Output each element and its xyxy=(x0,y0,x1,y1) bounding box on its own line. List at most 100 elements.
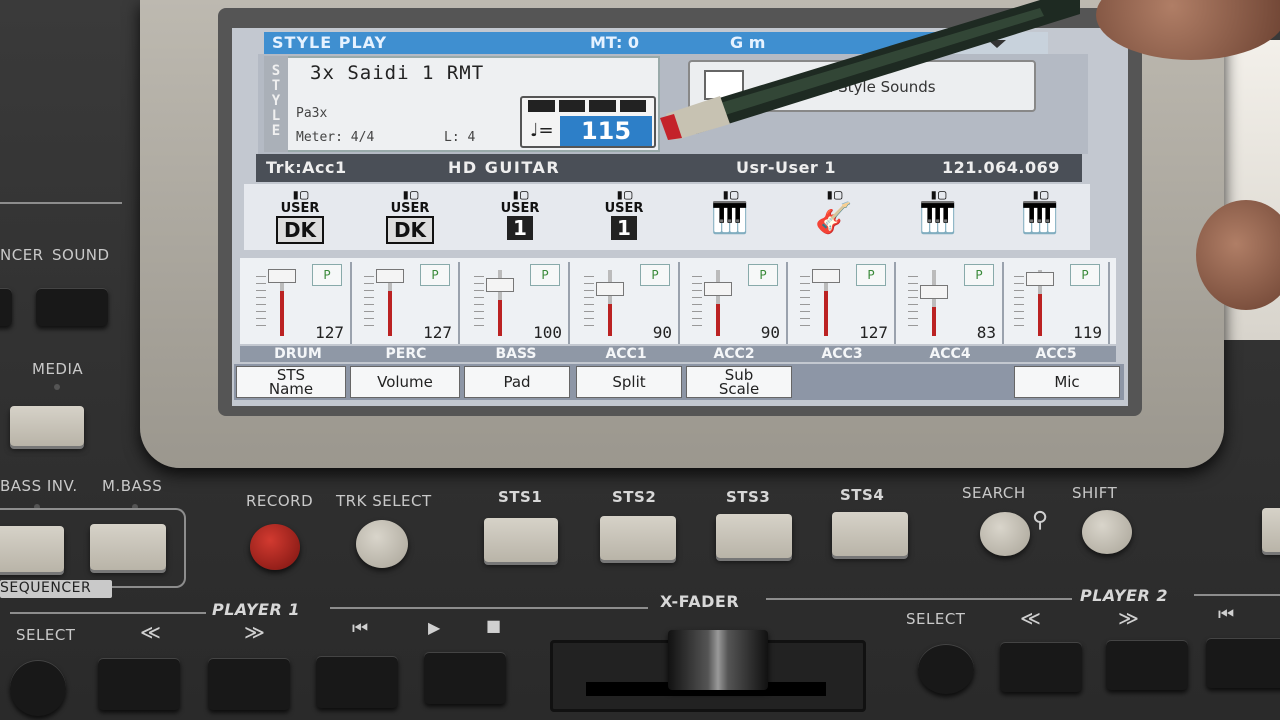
search-button[interactable] xyxy=(980,512,1030,556)
record-label: RECORD xyxy=(246,492,314,510)
rewind-icon: ≪ xyxy=(140,620,161,644)
bass-inv-label: BASS INV. xyxy=(0,477,78,495)
sts2-label: STS2 xyxy=(612,488,657,506)
tab-pad[interactable]: Pad xyxy=(464,366,570,398)
fader-knob[interactable] xyxy=(486,278,514,292)
track-sound-icon[interactable]: ▮▢ USER 1 xyxy=(574,188,674,248)
user-kit-label: DK xyxy=(275,216,325,244)
fader-scale xyxy=(692,276,702,332)
fader-knob[interactable] xyxy=(268,269,296,283)
user-label: USER xyxy=(280,201,320,216)
volume-value: 127 xyxy=(315,323,344,342)
mixer-channel: P 127 xyxy=(352,262,460,344)
play-toggle[interactable]: P xyxy=(640,264,670,286)
tab-sub-scale[interactable]: Sub Scale xyxy=(686,366,792,398)
home-player2-button[interactable] xyxy=(1206,638,1280,688)
fader-scale xyxy=(1014,276,1024,332)
rewind-player2-button[interactable] xyxy=(1000,642,1082,692)
select-player2-button[interactable] xyxy=(918,644,974,694)
play-toggle[interactable]: P xyxy=(856,264,886,286)
fader-knob[interactable] xyxy=(704,282,732,296)
style-vertical-label: STYLE xyxy=(264,56,288,152)
player2-label: PLAYER 2 xyxy=(1080,586,1169,605)
style-meter: Meter: 4/4 xyxy=(296,130,375,145)
x-fader-knob[interactable] xyxy=(668,630,768,690)
fader-fill xyxy=(608,304,612,336)
rewind-player1-button[interactable] xyxy=(98,658,180,710)
play-toggle[interactable]: P xyxy=(420,264,450,286)
fader-scale xyxy=(800,276,810,332)
sound-button[interactable] xyxy=(36,288,108,326)
track-sound-icon[interactable]: ▮▢ 🎸 xyxy=(784,188,884,248)
channel-name: ACC4 xyxy=(929,346,971,362)
right-edge-button[interactable] xyxy=(1262,508,1280,552)
play-toggle[interactable]: P xyxy=(312,264,342,286)
track-sound-icon[interactable]: ▮▢ USER DK xyxy=(250,188,350,248)
fader-fill xyxy=(932,307,936,336)
fader-knob[interactable] xyxy=(1026,272,1054,286)
tempo-note: ♩= xyxy=(530,120,554,141)
player2-line-left xyxy=(766,598,1072,600)
piano-icon: 🎹 xyxy=(1021,201,1059,236)
fader-knob[interactable] xyxy=(920,285,948,299)
fader-scale xyxy=(908,276,918,332)
volume-value: 127 xyxy=(423,323,452,342)
shift-button[interactable] xyxy=(1082,510,1132,554)
sound-name: HD GUITAR xyxy=(448,158,561,177)
fader-knob[interactable] xyxy=(812,269,840,283)
play-player1-button[interactable] xyxy=(424,652,506,704)
media-button[interactable] xyxy=(10,406,84,446)
home-player1-button[interactable] xyxy=(316,656,398,708)
volume-value: 90 xyxy=(760,323,780,342)
fader-fill xyxy=(388,291,392,336)
play-icon: ▶ xyxy=(428,618,441,637)
forward-player2-button[interactable] xyxy=(1106,640,1188,690)
search-label: SEARCH xyxy=(962,484,1026,502)
track-sound-icon[interactable]: ▮▢ 🎹 xyxy=(888,188,988,248)
bass-inv-button[interactable] xyxy=(0,526,64,572)
m-bass-button[interactable] xyxy=(90,524,166,570)
tab-mic[interactable]: Mic xyxy=(1014,366,1120,398)
sequencer-button[interactable] xyxy=(0,288,12,326)
select-player1-button[interactable] xyxy=(10,660,66,716)
play-toggle[interactable]: P xyxy=(748,264,778,286)
tab-volume[interactable]: Volume xyxy=(350,366,460,398)
record-button[interactable] xyxy=(250,524,300,570)
sound-bank: Usr-User 1 xyxy=(736,158,837,177)
tab-sts-name[interactable]: STS Name xyxy=(236,366,346,398)
user-kit-label: DK xyxy=(385,216,435,244)
volume-value: 83 xyxy=(976,323,996,342)
trk-select-button[interactable] xyxy=(356,520,408,568)
rewind-2-icon: ≪ xyxy=(1020,606,1041,630)
sequencer-label-partial: NCER xyxy=(0,246,44,264)
forward-player1-button[interactable] xyxy=(208,658,290,710)
fader-knob[interactable] xyxy=(596,282,624,296)
track-sound-icon[interactable]: ▮▢ USER DK xyxy=(360,188,460,248)
media-led xyxy=(54,384,60,390)
volume-value: 127 xyxy=(859,323,888,342)
fader-fill xyxy=(716,304,720,336)
user-label: USER xyxy=(390,201,430,216)
channel-name: ACC2 xyxy=(713,346,755,362)
chord-indicator: G m xyxy=(730,33,766,52)
mixer-channel: P 90 xyxy=(572,262,680,344)
sts4-button[interactable] xyxy=(832,512,908,556)
sts2-button[interactable] xyxy=(600,516,676,560)
tab-split[interactable]: Split xyxy=(576,366,682,398)
channel-name: ACC5 xyxy=(1035,346,1077,362)
shift-label: SHIFT xyxy=(1072,484,1118,502)
channel-name: ACC3 xyxy=(821,346,863,362)
fader-knob[interactable] xyxy=(376,269,404,283)
sts3-button[interactable] xyxy=(716,514,792,558)
mt-indicator: MT: 0 xyxy=(590,33,640,52)
play-toggle[interactable]: P xyxy=(964,264,994,286)
original-style-sounds-checkbox[interactable] xyxy=(704,70,744,100)
track-sound-icon[interactable]: ▮▢ USER 1 xyxy=(470,188,570,248)
play-toggle[interactable]: P xyxy=(1070,264,1100,286)
forward-2-icon: ≫ xyxy=(1118,606,1139,630)
track-sound-icon[interactable]: ▮▢ 🎹 xyxy=(680,188,780,248)
play-toggle[interactable]: P xyxy=(530,264,560,286)
volume-value: 90 xyxy=(652,323,672,342)
track-sound-icon[interactable]: ▮▢ 🎹 xyxy=(990,188,1090,248)
sts1-button[interactable] xyxy=(484,518,558,562)
